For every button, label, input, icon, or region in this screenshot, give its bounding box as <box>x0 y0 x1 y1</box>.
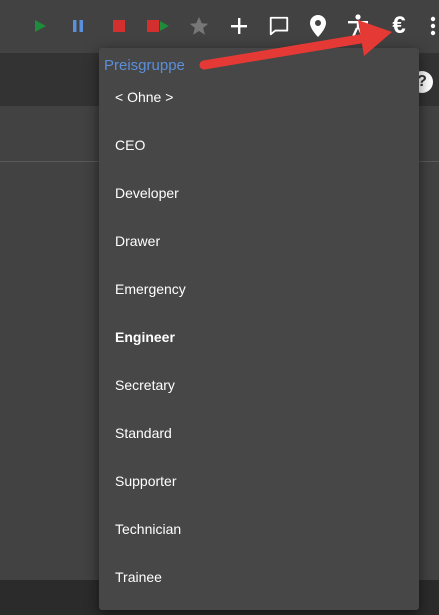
stop-play-button[interactable] <box>144 10 172 42</box>
menu-item-label: CEO <box>115 137 146 153</box>
star-icon <box>189 16 209 35</box>
menu-item[interactable]: CEO <box>99 125 419 165</box>
menu-item-label: Developer <box>115 185 179 201</box>
menu-item[interactable]: < Ohne > <box>99 77 419 117</box>
app-window: € ? Preisgruppe < Ohne > CEO Developer Draw… <box>0 0 439 615</box>
menu-item[interactable]: Engineer <box>99 317 419 357</box>
menu-item-label: Drawer <box>115 233 161 249</box>
more-button[interactable] <box>426 10 439 42</box>
stop-button[interactable] <box>105 10 133 42</box>
stop-play-icon <box>147 20 169 32</box>
comment-icon <box>269 16 289 36</box>
map-marker-icon <box>310 15 326 37</box>
add-button[interactable] <box>225 10 253 42</box>
menu-item[interactable]: Emergency <box>99 269 419 309</box>
more-icon <box>430 16 435 36</box>
location-button[interactable] <box>304 10 332 42</box>
favorite-button[interactable] <box>185 10 213 42</box>
euro-icon: € <box>392 12 406 39</box>
menu-item-label: Standard <box>115 425 172 441</box>
menu-item[interactable]: Trainee <box>99 557 419 597</box>
stop-icon <box>113 20 125 32</box>
plus-icon <box>231 18 247 34</box>
menu-item-label: Emergency <box>115 281 186 297</box>
pause-button[interactable] <box>64 10 92 42</box>
menu-item-label: Supporter <box>115 473 177 489</box>
play-button[interactable] <box>26 10 54 42</box>
price-group-button[interactable]: € <box>385 10 413 42</box>
menu-item[interactable]: Technician <box>99 509 419 549</box>
menu-item[interactable]: Supporter <box>99 461 419 501</box>
menu-item-label: Secretary <box>115 377 175 393</box>
toolbar: € <box>0 0 439 53</box>
menu-item-label: Trainee <box>115 569 162 585</box>
menu-item-label: < Ohne > <box>115 89 174 105</box>
menu-item-label: Engineer <box>115 329 175 345</box>
menu-item[interactable]: Secretary <box>99 365 419 405</box>
play-icon <box>35 20 46 32</box>
menu-item-label: Technician <box>115 521 182 537</box>
menu-item[interactable]: Standard <box>99 413 419 453</box>
menu-item[interactable]: Developer <box>99 173 419 213</box>
comment-button[interactable] <box>265 10 293 42</box>
pause-icon <box>73 20 83 32</box>
accessibility-icon <box>348 14 368 38</box>
accessibility-button[interactable] <box>344 10 372 42</box>
menu-item[interactable]: Drawer <box>99 221 419 261</box>
menu-header: Preisgruppe <box>104 57 185 74</box>
price-group-menu: Preisgruppe < Ohne > CEO Developer Drawer Em… <box>99 48 419 610</box>
